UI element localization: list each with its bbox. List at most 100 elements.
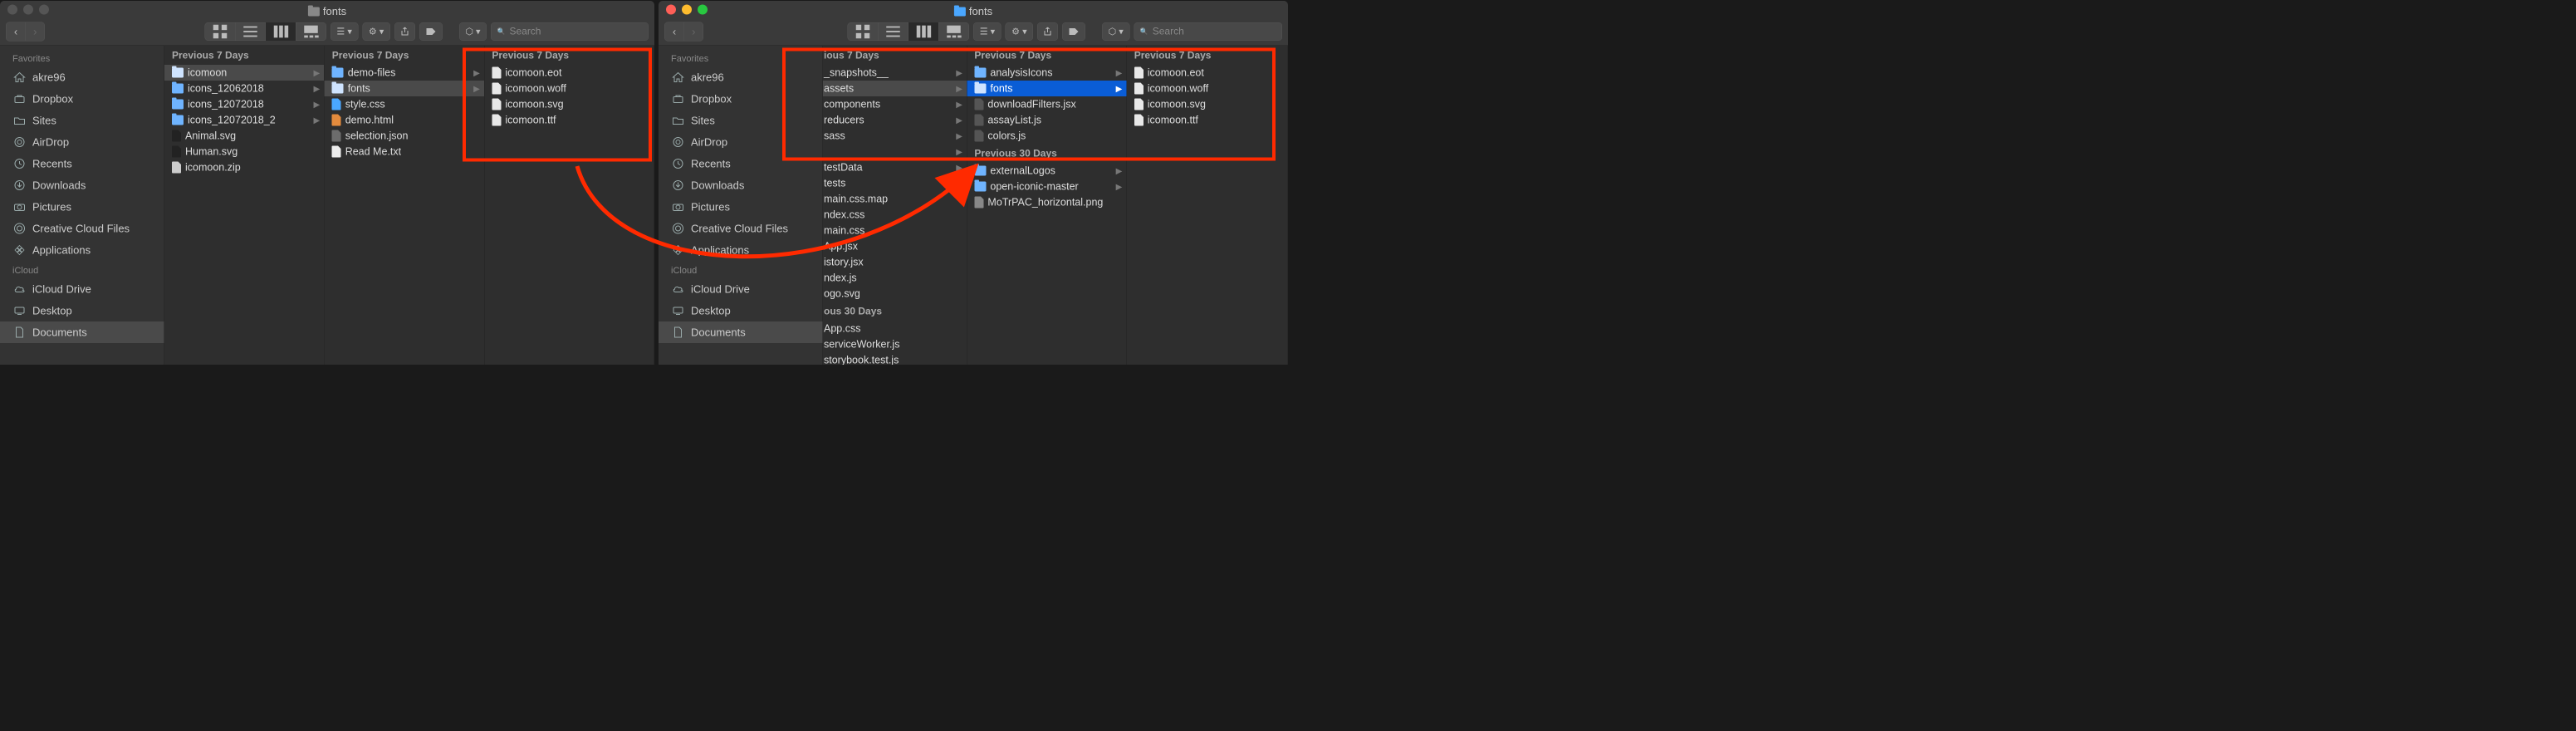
tags-button[interactable] bbox=[1063, 22, 1085, 41]
sidebar-item-desktop[interactable]: Desktop bbox=[0, 300, 164, 321]
sidebar-item-icloud-drive[interactable]: iCloud Drive bbox=[659, 278, 823, 300]
search-field[interactable]: 🔍 bbox=[1134, 22, 1282, 41]
sidebar-item-dropbox[interactable]: Dropbox bbox=[0, 88, 164, 110]
sidebar-item-sites[interactable]: Sites bbox=[659, 110, 823, 131]
file-row[interactable]: _snapshots__▶ bbox=[823, 65, 967, 81]
arrange-button[interactable]: ☰ ▾ bbox=[974, 22, 1001, 41]
file-row[interactable]: sass▶ bbox=[823, 128, 967, 144]
file-row[interactable]: icomoon.ttf bbox=[484, 112, 654, 128]
sidebar-item-applications[interactable]: Applications bbox=[0, 239, 164, 261]
sidebar-item-icloud-drive[interactable]: iCloud Drive bbox=[0, 278, 164, 300]
file-row[interactable]: open-iconic-master▶ bbox=[967, 179, 1126, 194]
sidebar-item-applications[interactable]: Applications bbox=[659, 239, 823, 261]
file-row[interactable]: icomoon.zip bbox=[164, 159, 324, 175]
close-button[interactable] bbox=[7, 4, 17, 14]
file-row[interactable]: externalLogos▶ bbox=[967, 163, 1126, 179]
forward-button[interactable]: › bbox=[26, 22, 45, 41]
file-row[interactable]: assayList.js bbox=[967, 112, 1126, 128]
file-row[interactable]: colors.js bbox=[967, 128, 1126, 144]
sidebar-item-documents[interactable]: Documents bbox=[659, 321, 823, 343]
icon-view-button[interactable] bbox=[848, 22, 878, 41]
sidebar-item-airdrop[interactable]: AirDrop bbox=[0, 131, 164, 153]
maximize-button[interactable] bbox=[698, 4, 708, 14]
file-row[interactable]: main.css bbox=[823, 223, 967, 238]
file-row[interactable]: ndex.js bbox=[823, 270, 967, 286]
file-row[interactable]: istory.jsx bbox=[823, 254, 967, 270]
sidebar-item-creative-cloud-files[interactable]: Creative Cloud Files bbox=[0, 218, 164, 239]
minimize-button[interactable] bbox=[682, 4, 692, 14]
action-button[interactable]: ⚙ ▾ bbox=[1006, 22, 1032, 41]
sidebar-item-recents[interactable]: Recents bbox=[659, 153, 823, 174]
file-row[interactable]: icomoon.woff bbox=[484, 81, 654, 96]
column-view-button[interactable] bbox=[265, 22, 296, 41]
file-row[interactable]: ogo.svg bbox=[823, 286, 967, 302]
file-row[interactable]: icomoon.ttf bbox=[1127, 112, 1288, 128]
gallery-view-button[interactable] bbox=[296, 22, 326, 41]
back-button[interactable]: ‹ bbox=[7, 22, 26, 41]
minimize-button[interactable] bbox=[23, 4, 33, 14]
back-button[interactable]: ‹ bbox=[665, 22, 684, 41]
file-row[interactable]: ▶ bbox=[823, 144, 967, 159]
file-row[interactable]: icons_12072018▶ bbox=[164, 96, 324, 112]
file-row[interactable]: App.jsx bbox=[823, 238, 967, 254]
sidebar-item-sites[interactable]: Sites bbox=[0, 110, 164, 131]
share-button[interactable] bbox=[394, 22, 414, 41]
file-row[interactable]: fonts▶ bbox=[325, 81, 484, 96]
list-view-button[interactable] bbox=[235, 22, 266, 41]
file-row[interactable]: icomoon.woff bbox=[1127, 81, 1288, 96]
sidebar-item-desktop[interactable]: Desktop bbox=[659, 300, 823, 321]
file-row[interactable]: main.css.map bbox=[823, 191, 967, 207]
icon-view-button[interactable] bbox=[205, 22, 235, 41]
search-input[interactable] bbox=[509, 26, 642, 37]
file-row[interactable]: testData▶ bbox=[823, 159, 967, 175]
sidebar-item-dropbox[interactable]: Dropbox bbox=[659, 88, 823, 110]
file-row[interactable]: icons_12062018▶ bbox=[164, 81, 324, 96]
list-view-button[interactable] bbox=[878, 22, 908, 41]
sidebar-item-recents[interactable]: Recents bbox=[0, 153, 164, 174]
file-row[interactable]: style.css bbox=[325, 96, 484, 112]
file-row[interactable]: icomoon▶ bbox=[164, 65, 324, 81]
gallery-view-button[interactable] bbox=[938, 22, 969, 41]
file-row[interactable]: icomoon.eot bbox=[1127, 65, 1288, 81]
close-button[interactable] bbox=[666, 4, 676, 14]
search-field[interactable]: 🔍 bbox=[491, 22, 649, 41]
sidebar-item-documents[interactable]: Documents bbox=[0, 321, 164, 343]
sidebar-item-pictures[interactable]: Pictures bbox=[0, 196, 164, 218]
file-row[interactable]: icons_12072018_2▶ bbox=[164, 112, 324, 128]
arrange-button[interactable]: ☰ ▾ bbox=[331, 22, 357, 41]
file-row[interactable]: demo.html bbox=[325, 112, 484, 128]
search-input[interactable] bbox=[1153, 26, 1276, 37]
file-row[interactable]: components▶ bbox=[823, 96, 967, 112]
file-row[interactable]: assets▶ bbox=[823, 81, 967, 96]
column-view-button[interactable] bbox=[908, 22, 939, 41]
sidebar-item-downloads[interactable]: Downloads bbox=[0, 174, 164, 196]
file-row[interactable]: tests▶ bbox=[823, 175, 967, 191]
sidebar-item-airdrop[interactable]: AirDrop bbox=[659, 131, 823, 153]
file-row[interactable]: reducers▶ bbox=[823, 112, 967, 128]
share-button[interactable] bbox=[1038, 22, 1058, 41]
file-row[interactable]: selection.json bbox=[325, 128, 484, 144]
file-row[interactable]: App.css bbox=[823, 321, 967, 336]
file-row[interactable]: Read Me.txt bbox=[325, 144, 484, 159]
file-row[interactable]: icomoon.svg bbox=[484, 96, 654, 112]
tags-button[interactable] bbox=[419, 22, 442, 41]
sidebar-item-creative-cloud-files[interactable]: Creative Cloud Files bbox=[659, 218, 823, 239]
sidebar-item-pictures[interactable]: Pictures bbox=[659, 196, 823, 218]
file-row[interactable]: storybook.test.js bbox=[823, 352, 967, 365]
file-row[interactable]: Human.svg bbox=[164, 144, 324, 159]
action-button[interactable]: ⚙ ▾ bbox=[363, 22, 389, 41]
file-row[interactable]: Animal.svg bbox=[164, 128, 324, 144]
dropbox-button[interactable]: ⬡ ▾ bbox=[1103, 22, 1129, 41]
file-row[interactable]: demo-files▶ bbox=[325, 65, 484, 81]
file-row[interactable]: analysisIcons▶ bbox=[967, 65, 1126, 81]
forward-button[interactable]: › bbox=[684, 22, 703, 41]
file-row[interactable]: icomoon.svg bbox=[1127, 96, 1288, 112]
file-row[interactable]: ndex.css bbox=[823, 207, 967, 223]
sidebar-item-akre96[interactable]: akre96 bbox=[659, 66, 823, 88]
sidebar-item-downloads[interactable]: Downloads bbox=[659, 174, 823, 196]
file-row[interactable]: serviceWorker.js bbox=[823, 336, 967, 352]
dropbox-button[interactable]: ⬡ ▾ bbox=[459, 22, 486, 41]
file-row[interactable]: downloadFilters.jsx bbox=[967, 96, 1126, 112]
maximize-button[interactable] bbox=[39, 4, 49, 14]
file-row[interactable]: MoTrPAC_horizontal.png bbox=[967, 194, 1126, 210]
